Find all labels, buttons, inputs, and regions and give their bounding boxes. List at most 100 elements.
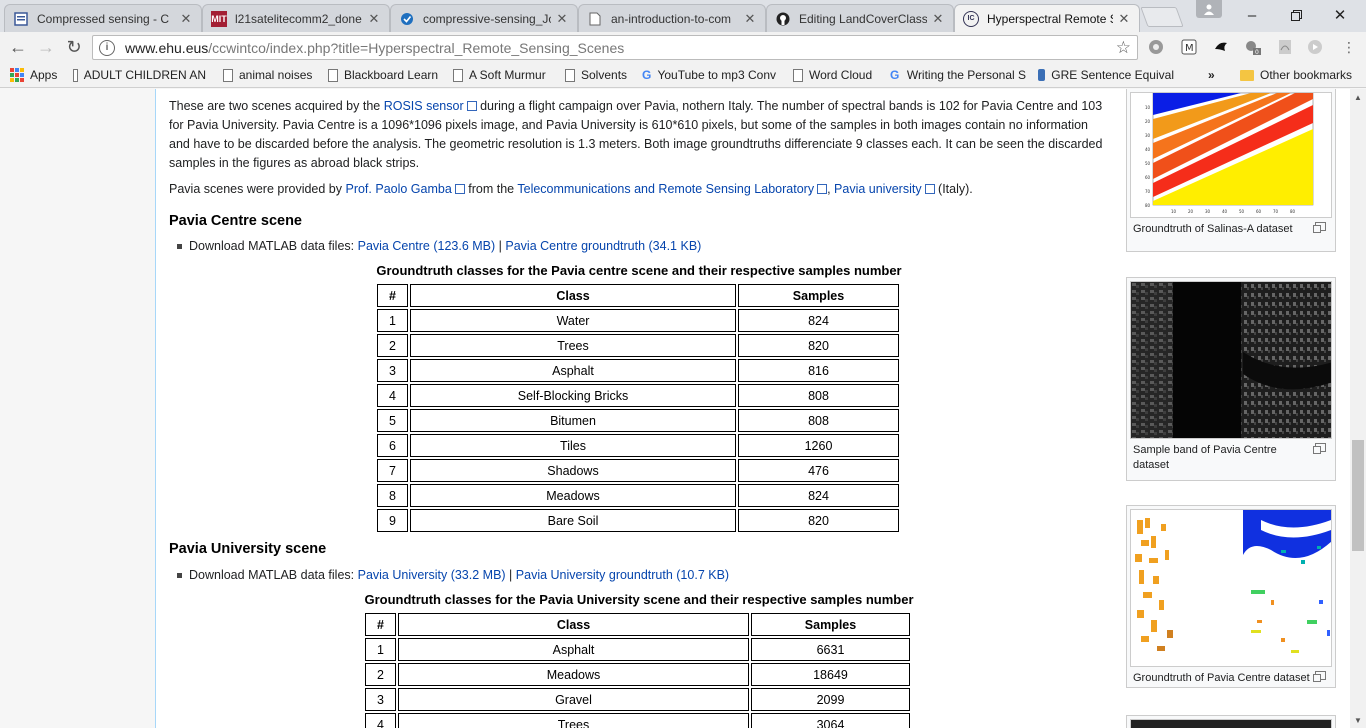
- back-icon[interactable]: ←: [6, 35, 30, 59]
- pavia-centre-table-caption: Groundtruth classes for the Pavia centre…: [376, 263, 902, 278]
- svg-text:40: 40: [1222, 209, 1228, 214]
- samples-cell: 820: [738, 334, 899, 357]
- bookmark-apps[interactable]: Apps: [10, 67, 57, 83]
- pavia-university-link[interactable]: Pavia university: [834, 182, 935, 196]
- enlarge-icon[interactable]: [1313, 222, 1326, 233]
- extension-pdf-icon[interactable]: [1276, 39, 1294, 55]
- svg-text:40: 40: [1145, 147, 1151, 152]
- scrollbar-thumb[interactable]: [1352, 440, 1364, 551]
- close-icon[interactable]: ✕: [931, 11, 945, 27]
- shield-icon: [399, 11, 415, 27]
- close-window-icon[interactable]: ✕: [1318, 0, 1362, 30]
- extension-m-icon[interactable]: M: [1180, 39, 1198, 55]
- thumb-pavia-centre-band[interactable]: Sample band of Pavia Centre dataset: [1126, 277, 1336, 481]
- table-row: 3 Asphalt 816: [377, 359, 899, 382]
- close-icon[interactable]: ✕: [367, 11, 381, 27]
- pavia-centre-table: # Class Samples 1 Water 824 2 Trees 820 3 Aspha…: [375, 282, 901, 534]
- extension-globe-icon[interactable]: [1147, 39, 1165, 55]
- info-icon[interactable]: i: [99, 39, 115, 56]
- bookmark-star-icon[interactable]: ☆: [1116, 38, 1131, 58]
- class-number-cell: 1: [377, 309, 408, 332]
- minimize-icon[interactable]: –: [1230, 0, 1274, 30]
- salinas-groundtruth-image[interactable]: 10 20 30 40 50 60 70 80 10 20 30 40 50 60 70 80: [1130, 92, 1332, 218]
- table-header-row: # Class Samples: [377, 284, 899, 307]
- bookmark-animal-noises[interactable]: animal noises: [223, 67, 312, 83]
- profile-icon[interactable]: [1196, 0, 1222, 18]
- tab-introduction[interactable]: an-introduction-to-com ✕: [578, 4, 766, 32]
- class-number-cell: 2: [365, 663, 396, 686]
- other-bookmarks[interactable]: Other bookmarks: [1240, 67, 1352, 83]
- extension-bird-icon[interactable]: [1212, 39, 1230, 55]
- pavia-centre-heading: Pavia Centre scene: [169, 213, 302, 229]
- bookmark-solvents[interactable]: Solvents: [565, 67, 627, 83]
- apps-grid-icon: [10, 68, 24, 82]
- paolo-gamba-link[interactable]: Prof. Paolo Gamba: [345, 182, 464, 196]
- samples-cell: 18649: [751, 663, 910, 686]
- github-icon: [775, 11, 791, 27]
- scroll-down-icon[interactable]: ▼: [1350, 712, 1366, 728]
- reload-icon[interactable]: ↻: [62, 35, 86, 59]
- close-icon[interactable]: ✕: [743, 11, 757, 27]
- enlarge-icon[interactable]: [1313, 671, 1326, 682]
- new-tab-button[interactable]: [1140, 7, 1184, 27]
- class-number-cell: 4: [365, 713, 396, 728]
- next-thumbnail-image[interactable]: [1130, 719, 1332, 728]
- bookmark-soft-murmur[interactable]: A Soft Murmur: [453, 67, 546, 83]
- intro-paragraph: These are two scenes acquired by the ROS…: [169, 99, 1103, 170]
- bookmark-youtube-mp3[interactable]: G YouTube to mp3 Conv: [642, 67, 776, 83]
- svg-text:10: 10: [1145, 105, 1151, 110]
- scroll-up-icon[interactable]: ▲: [1350, 89, 1366, 105]
- enlarge-icon[interactable]: [1313, 443, 1326, 454]
- bookmark-word-cloud[interactable]: Word Cloud: [793, 67, 872, 83]
- thumb-next-image[interactable]: [1126, 715, 1336, 728]
- samples-cell: 3064: [751, 713, 910, 728]
- extension-play-icon[interactable]: [1306, 39, 1324, 55]
- bookmarks-overflow-button[interactable]: »: [1208, 67, 1215, 83]
- class-name-cell: Asphalt: [398, 638, 749, 661]
- maximize-icon[interactable]: [1274, 0, 1318, 30]
- bookmark-writing-personal[interactable]: G Writing the Personal S: [890, 67, 1026, 83]
- svg-text:60: 60: [1145, 175, 1151, 180]
- pavia-university-heading: Pavia University scene: [169, 541, 327, 557]
- telecom-lab-link[interactable]: Telecommunications and Remote Sensing La…: [517, 182, 827, 196]
- bookmark-adult-children[interactable]: ADULT CHILDREN AN: [73, 67, 206, 83]
- bookmark-blackboard[interactable]: Blackboard Learn: [328, 67, 438, 83]
- samples-cell: 808: [738, 409, 899, 432]
- tab-hyperspectral[interactable]: IC Hyperspectral Remote S ✕: [954, 4, 1140, 32]
- pavia-university-data-link[interactable]: Pavia University (33.2 MB): [358, 568, 506, 582]
- class-name-cell: Gravel: [398, 688, 749, 711]
- rosis-sensor-link[interactable]: ROSIS sensor: [384, 99, 477, 113]
- address-bar[interactable]: i www.ehu.eus/ccwintco/index.php?title=H…: [92, 35, 1138, 60]
- class-name-cell: Trees: [398, 713, 749, 728]
- menu-icon[interactable]: ⋮: [1340, 39, 1358, 55]
- pavia-centre-band-image[interactable]: [1130, 281, 1332, 439]
- bookmark-gre[interactable]: GRE Sentence Equival: [1038, 67, 1174, 83]
- extension-gear-icon[interactable]: 0: [1244, 39, 1262, 55]
- tab-editing-landcover[interactable]: Editing LandCoverClassi ✕: [766, 4, 954, 32]
- pavia-centre-gt-link[interactable]: Pavia Centre groundtruth (34.1 KB): [505, 239, 701, 253]
- tab-compressed-sensing[interactable]: Compressed sensing - C ✕: [4, 4, 202, 32]
- thumb-salinas-gt[interactable]: 10 20 30 40 50 60 70 80 10 20 30 40 50 60 70 80 Ground…: [1126, 89, 1336, 252]
- forward-icon[interactable]: →: [34, 35, 58, 59]
- column-header: Class: [410, 284, 736, 307]
- svg-text:80: 80: [1290, 209, 1296, 214]
- pavia-centre-groundtruth-image[interactable]: [1130, 509, 1332, 667]
- svg-text:30: 30: [1205, 209, 1211, 214]
- tab-satelite-comm[interactable]: MIT l21satelitecomm2_done ✕: [202, 4, 390, 32]
- close-icon[interactable]: ✕: [179, 11, 193, 27]
- page-icon: [453, 68, 463, 82]
- tab-compressive-sensing[interactable]: compressive-sensing_Jo ✕: [390, 4, 578, 32]
- samples-cell: 824: [738, 309, 899, 332]
- page-icon: [565, 68, 575, 82]
- url-text: www.ehu.eus/ccwintco/index.php?title=Hyp…: [125, 39, 625, 56]
- thumb-pavia-centre-gt[interactable]: Groundtruth of Pavia Centre dataset: [1126, 505, 1336, 688]
- svg-text:70: 70: [1273, 209, 1279, 214]
- close-icon[interactable]: ✕: [1117, 11, 1131, 27]
- column-header: #: [377, 284, 408, 307]
- class-name-cell: Bitumen: [410, 409, 736, 432]
- samples-cell: 820: [738, 509, 899, 532]
- pavia-university-gt-link[interactable]: Pavia University groundtruth (10.7 KB): [516, 568, 729, 582]
- page-scrollbar[interactable]: ▲ ▼: [1350, 89, 1366, 728]
- pavia-centre-data-link[interactable]: Pavia Centre (123.6 MB): [358, 239, 496, 253]
- close-icon[interactable]: ✕: [555, 11, 569, 27]
